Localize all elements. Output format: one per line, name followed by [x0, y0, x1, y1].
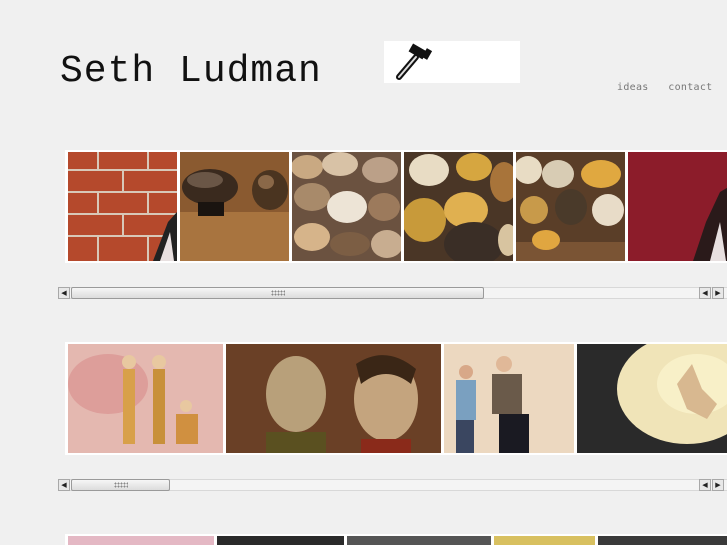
scroll-left-button[interactable]: ◀: [58, 479, 70, 491]
main-nav: ideas contact bio: [617, 75, 727, 94]
scroll-left-button-end[interactable]: ◀: [699, 287, 711, 299]
photo-gallery: [65, 150, 727, 263]
third-gallery: [65, 534, 727, 545]
photo-gallery-scrollbar[interactable]: ◀ ◀ ▶: [58, 287, 727, 299]
scrollbar-thumb[interactable]: [71, 479, 170, 491]
thumb-wooden-stones[interactable]: [180, 152, 289, 261]
thumb-brick-wall[interactable]: [68, 152, 177, 261]
thumb-struggle-painting[interactable]: [444, 344, 574, 453]
scrollbar-thumb[interactable]: [71, 287, 484, 299]
logo[interactable]: [384, 41, 520, 83]
site-title: Seth Ludman: [60, 50, 322, 93]
illustration-gallery-scrollbar[interactable]: ◀ ◀ ▶: [58, 479, 727, 491]
thumb-partial-3[interactable]: [347, 536, 491, 545]
thumb-painted-stones[interactable]: [516, 152, 625, 261]
thumb-partial-2[interactable]: [217, 536, 344, 545]
nav-contact-link[interactable]: contact: [668, 82, 712, 93]
hammer-icon: [396, 43, 433, 80]
illustration-gallery: [65, 342, 727, 455]
nav-ideas-link[interactable]: ideas: [617, 82, 649, 93]
thumb-red-portrait[interactable]: [628, 152, 727, 261]
thumb-lettered-pebbles[interactable]: [404, 152, 513, 261]
grip-icon: [113, 482, 128, 488]
scroll-left-button[interactable]: ◀: [58, 287, 70, 299]
scroll-left-button-end[interactable]: ◀: [699, 479, 711, 491]
thumb-falling-figure-painting[interactable]: [577, 344, 727, 453]
thumb-faces-painting[interactable]: [226, 344, 441, 453]
scroll-right-button[interactable]: ▶: [712, 287, 724, 299]
scroll-right-button[interactable]: ▶: [712, 479, 724, 491]
thumb-partial-5[interactable]: [598, 536, 727, 545]
grip-icon: [270, 290, 285, 296]
thumb-figures-painting[interactable]: [68, 344, 223, 453]
thumb-partial-4[interactable]: [494, 536, 595, 545]
thumb-river-pebbles[interactable]: [292, 152, 401, 261]
thumb-partial-1[interactable]: [68, 536, 214, 545]
